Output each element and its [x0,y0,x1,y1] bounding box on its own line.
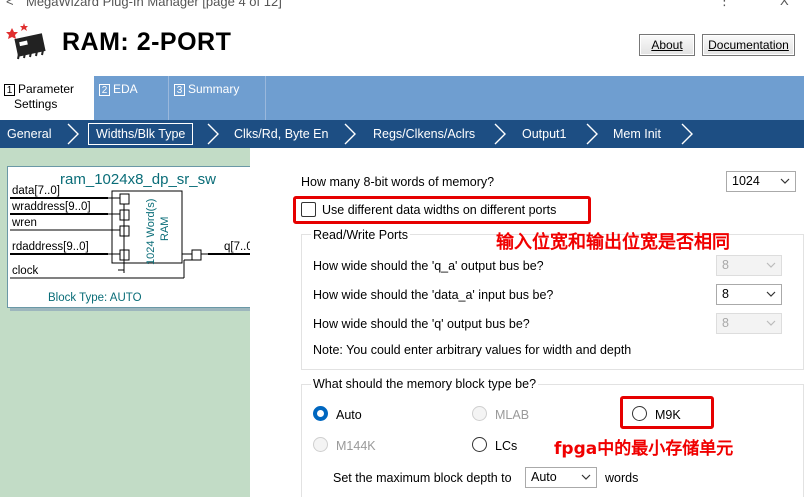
block-type-question: What should the memory block type be? [311,377,539,391]
step-mem-init[interactable]: Mem Init [613,120,661,148]
rw-ports-title: Read/Write Ports [311,228,410,242]
words-question: How many 8-bit words of memory? [301,175,495,189]
block-word-count: 1024 Word(s) [145,199,157,265]
more-icon[interactable]: ⋮ [718,0,731,9]
m144k-radio[interactable] [313,437,328,452]
about-button[interactable]: About [639,34,695,56]
step-general[interactable]: General [7,120,51,148]
port-rdaddress: rdaddress[9..0] [12,241,89,253]
step-separator-icon [344,123,356,145]
qa-width-select[interactable]: 8 [716,255,782,276]
symbol-name: ram_1024x8_dp_sr_sw [60,171,216,188]
chevron-down-icon [766,262,776,268]
data-a-width-select[interactable]: 8 [716,284,782,305]
step-clks-rd-byte-en[interactable]: Clks/Rd, Byte En [234,120,328,148]
data-a-width-question: How wide should the 'data_a' input bus b… [313,288,554,302]
step-output1[interactable]: Output1 [522,120,566,148]
chevron-down-icon [766,291,776,297]
tab-eda[interactable]: 2 EDA [95,76,169,120]
documentation-button[interactable]: Documentation [702,34,795,56]
ram-symbol: ram_1024x8_dp_sr_sw data[7..0] wraddress… [7,166,267,308]
step-navigation: General Widths/Blk Type Clks/Rd, Byte En… [0,120,804,148]
chevron-down-icon [581,474,591,480]
tab-summary[interactable]: 3 Summary [170,76,266,120]
tab-parameter-settings[interactable]: 1 Parameter Settings [0,76,94,120]
m144k-label[interactable]: M144K [336,439,376,453]
page-title: RAM: 2-PORT [62,28,232,56]
annotation-widths: 输入位宽和输出位宽是否相同 [496,232,730,253]
port-wraddress: wraddress[9..0] [11,201,91,213]
q-width-question: How wide should the 'q' output bus be? [313,317,530,331]
qa-width-question: How wide should the 'q_a' output bus be? [313,259,544,273]
port-clock: clock [12,265,38,277]
highlight-box [293,196,591,224]
symbol-panel: ram_1024x8_dp_sr_sw data[7..0] wraddress… [0,148,267,497]
mlab-radio[interactable] [472,406,487,421]
port-data: data[7..0] [12,185,60,197]
step-separator-icon [586,123,598,145]
wizard-tabs: 1 Parameter Settings 2 EDA 3 Summary [0,76,804,120]
wizard-header: RAM: 2-PORT About Documentation [0,10,804,76]
back-icon[interactable]: < [6,0,14,9]
width-note: Note: You could enter arbitrary values f… [313,343,632,357]
block-ram-label: RAM [159,217,171,241]
words-select[interactable]: 1024 [726,171,796,192]
max-depth-label: Set the maximum block depth to [333,471,512,485]
close-icon[interactable]: X [780,0,789,8]
q-width-select[interactable]: 8 [716,313,782,334]
annotation-m9k: fpga中的最小存储单元 [554,439,734,459]
window-title-bar: < MegaWizard Plug-In Manager [page 4 of … [0,0,804,10]
auto-label[interactable]: Auto [336,408,362,422]
chevron-down-icon [766,320,776,326]
step-separator-icon [67,123,79,145]
lcs-radio[interactable] [472,437,487,452]
mlab-label[interactable]: MLAB [495,408,529,422]
auto-radio[interactable] [313,406,328,421]
step-separator-icon [494,123,506,145]
lcs-label[interactable]: LCs [495,439,517,453]
highlight-box [620,396,714,429]
megafunction-chip-icon [6,23,46,60]
chevron-down-icon [780,178,790,184]
window-title: MegaWizard Plug-In Manager [page 4 of 12… [26,0,282,9]
port-wren: wren [11,217,37,229]
settings-panel: How many 8-bit words of memory? 1024 Use… [250,148,804,497]
block-type-label: Block Type: AUTO [48,292,142,304]
step-widths-blk-type[interactable]: Widths/Blk Type [88,123,194,145]
step-separator-icon [207,123,219,145]
step-regs-clkens-aclrs[interactable]: Regs/Clkens/Aclrs [373,120,475,148]
max-depth-select[interactable]: Auto [525,467,597,488]
step-separator-icon [681,123,693,145]
max-depth-unit: words [605,471,639,485]
